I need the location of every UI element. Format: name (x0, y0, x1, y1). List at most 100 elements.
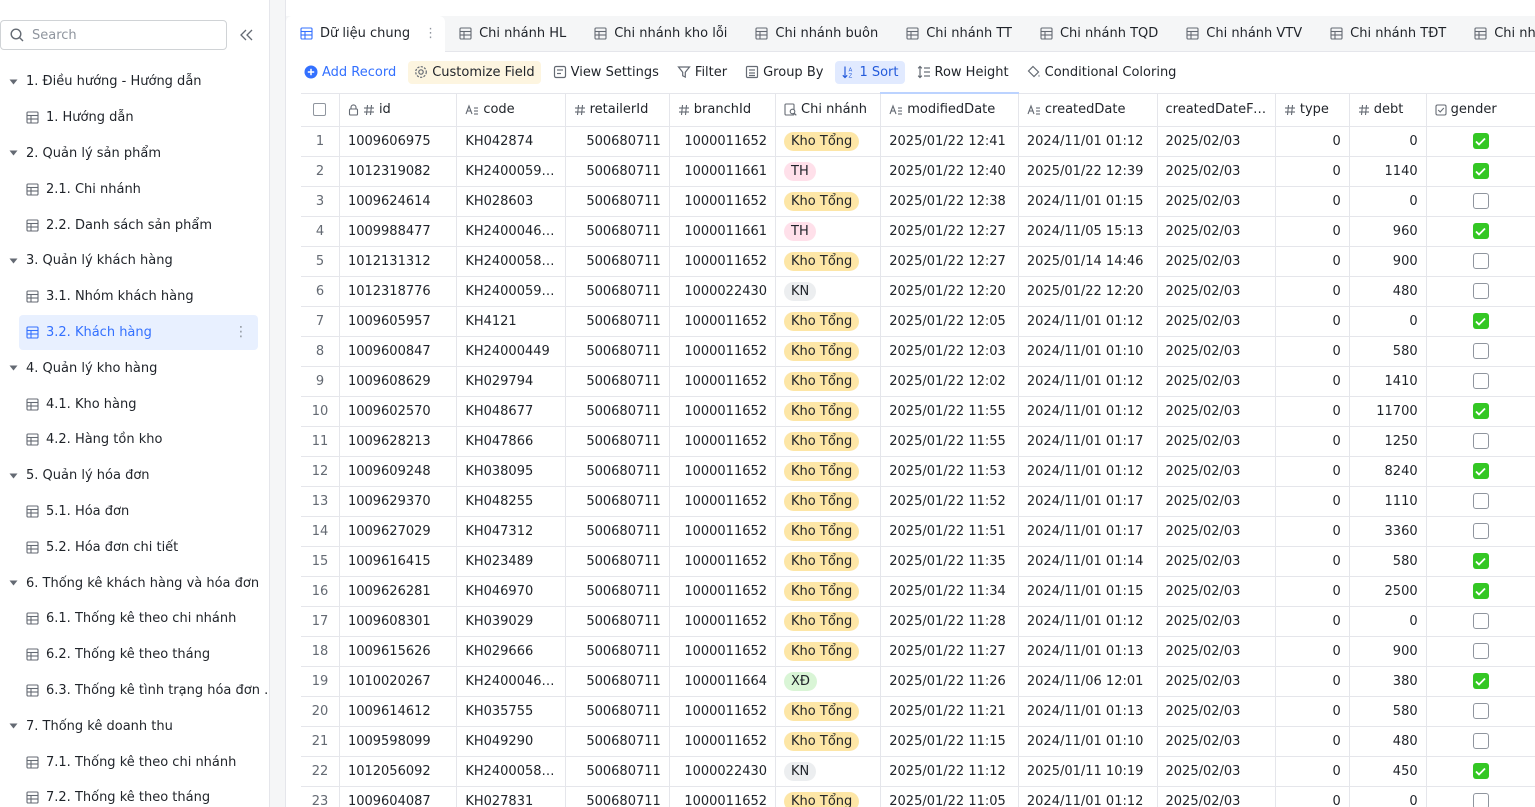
cell-modifieddate[interactable]: 2025/01/22 11:27 (880, 636, 1019, 667)
cell-id[interactable]: 1012056092 (339, 756, 458, 787)
cell-gender[interactable] (1426, 216, 1535, 247)
column-header-modifieddate[interactable]: modifiedDate (880, 92, 1019, 127)
cell-createddate[interactable]: 2024/11/05 15:13 (1018, 216, 1158, 247)
sidebar-group[interactable]: 4. Quản lý kho hàng (0, 350, 269, 386)
cell-createddate[interactable]: 2024/11/01 01:10 (1018, 726, 1158, 757)
cell-chi-nhanh[interactable]: Kho Tổng (775, 576, 882, 607)
filter-button[interactable]: Filter (671, 61, 733, 84)
cell-chi-nhanh[interactable]: TH (775, 216, 882, 247)
cell-createddatefor[interactable]: 2025/02/03 (1157, 306, 1276, 337)
cell-code[interactable]: KH240005967 (456, 156, 566, 187)
tab-view[interactable]: Chi nhánh buôn (741, 16, 892, 52)
cell-code[interactable]: KH046970 (456, 576, 566, 607)
tab-more-icon[interactable]: ⋮ (424, 26, 437, 41)
conditional-coloring-button[interactable]: Conditional Coloring (1021, 61, 1183, 84)
cell-retailerid[interactable]: 500680711 (565, 756, 670, 787)
cell-branchid[interactable]: 1000011652 (669, 306, 777, 337)
table-row[interactable]: 17 1009608301 KH039029 500680711 1000011652 K… (301, 606, 1535, 637)
sidebar-group[interactable]: 3. Quản lý khách hàng (0, 243, 269, 279)
unchecked-checkbox-icon[interactable] (1472, 613, 1489, 629)
cell-modifieddate[interactable]: 2025/01/22 11:26 (880, 666, 1019, 697)
checked-checkbox-icon[interactable] (1472, 553, 1489, 569)
cell-createddatefor[interactable]: 2025/02/03 (1157, 546, 1276, 577)
cell-chi-nhanh[interactable]: Kho Tổng (775, 396, 882, 427)
cell-branchid[interactable]: 1000011664 (669, 666, 777, 697)
cell-code[interactable]: KH240004698 (456, 666, 566, 697)
cell-branchid[interactable]: 1000022430 (669, 276, 777, 307)
column-header-retailerid[interactable]: retailerId (565, 92, 670, 127)
cell-retailerid[interactable]: 500680711 (565, 306, 670, 337)
cell-debt[interactable]: 480 (1349, 726, 1427, 757)
table-row[interactable]: 11 1009628213 KH047866 500680711 1000011652 K… (301, 426, 1535, 457)
cell-createddate[interactable]: 2024/11/01 01:12 (1018, 786, 1158, 807)
cell-chi-nhanh[interactable]: Kho Tổng (775, 126, 882, 157)
cell-createddatefor[interactable]: 2025/02/03 (1157, 156, 1276, 187)
cell-modifieddate[interactable]: 2025/01/22 11:34 (880, 576, 1019, 607)
cell-createddatefor[interactable]: 2025/02/03 (1157, 186, 1276, 217)
cell-branchid[interactable]: 1000011652 (669, 396, 777, 427)
cell-modifieddate[interactable]: 2025/01/22 12:20 (880, 276, 1019, 307)
unchecked-checkbox-icon[interactable] (1472, 253, 1489, 269)
sidebar-item[interactable]: 5.1. Hóa đơn (0, 494, 269, 530)
group-by-button[interactable]: Group By (739, 61, 829, 84)
cell-branchid[interactable]: 1000011661 (669, 216, 777, 247)
cell-debt[interactable]: 580 (1349, 546, 1427, 577)
cell-modifieddate[interactable]: 2025/01/22 11:12 (880, 756, 1019, 787)
cell-chi-nhanh[interactable]: Kho Tổng (775, 726, 882, 757)
cell-code[interactable]: KH047866 (456, 426, 566, 457)
cell-gender[interactable] (1426, 276, 1535, 307)
sidebar-item[interactable]: 5.2. Hóa đơn chi tiết (0, 529, 269, 565)
unchecked-checkbox-icon[interactable] (1472, 703, 1489, 719)
cell-gender[interactable] (1426, 726, 1535, 757)
collapse-sidebar-icon[interactable] (237, 26, 257, 44)
column-header-createddatefor[interactable]: createdDateFor... (1157, 92, 1276, 127)
cell-retailerid[interactable]: 500680711 (565, 456, 670, 487)
cell-modifieddate[interactable]: 2025/01/22 11:53 (880, 456, 1019, 487)
cell-type[interactable]: 0 (1275, 696, 1350, 727)
table-row[interactable]: 2 1012319082 KH240005967 500680711 100001166… (301, 156, 1535, 187)
cell-createddate[interactable]: 2024/11/06 12:01 (1018, 666, 1158, 697)
cell-type[interactable]: 0 (1275, 756, 1350, 787)
cell-createddate[interactable]: 2025/01/22 12:39 (1018, 156, 1158, 187)
cell-createddatefor[interactable]: 2025/02/03 (1157, 126, 1276, 157)
cell-chi-nhanh[interactable]: XĐ (775, 666, 882, 697)
cell-id[interactable]: 1012318776 (339, 276, 458, 307)
cell-debt[interactable]: 11700 (1349, 396, 1427, 427)
cell-id[interactable]: 1009600847 (339, 336, 458, 367)
cell-retailerid[interactable]: 500680711 (565, 666, 670, 697)
cell-id[interactable]: 1009629370 (339, 486, 458, 517)
cell-chi-nhanh[interactable]: Kho Tổng (775, 426, 882, 457)
sidebar-item[interactable]: 6.2. Thống kê theo tháng (0, 637, 269, 673)
cell-id[interactable]: 1009598099 (339, 726, 458, 757)
cell-chi-nhanh[interactable]: Kho Tổng (775, 456, 882, 487)
customize-field-button[interactable]: Customize Field (408, 60, 541, 84)
cell-code[interactable]: KH027831 (456, 786, 566, 807)
cell-modifieddate[interactable]: 2025/01/22 11:55 (880, 426, 1019, 457)
column-header-createddate[interactable]: createdDate (1018, 92, 1158, 127)
cell-code[interactable]: KH240005966 (456, 276, 566, 307)
cell-modifieddate[interactable]: 2025/01/22 11:21 (880, 696, 1019, 727)
table-row[interactable]: 16 1009626281 KH046970 500680711 1000011652 K… (301, 576, 1535, 607)
table-row[interactable]: 15 1009616415 KH023489 500680711 1000011652 K… (301, 546, 1535, 577)
cell-createddatefor[interactable]: 2025/02/03 (1157, 426, 1276, 457)
cell-branchid[interactable]: 1000011652 (669, 186, 777, 217)
cell-modifieddate[interactable]: 2025/01/22 11:35 (880, 546, 1019, 577)
checked-checkbox-icon[interactable] (1472, 763, 1489, 779)
cell-branchid[interactable]: 1000022430 (669, 756, 777, 787)
cell-retailerid[interactable]: 500680711 (565, 726, 670, 757)
cell-debt[interactable]: 900 (1349, 636, 1427, 667)
cell-createddate[interactable]: 2024/11/01 01:13 (1018, 636, 1158, 667)
cell-createddatefor[interactable]: 2025/02/03 (1157, 636, 1276, 667)
cell-createddate[interactable]: 2024/11/01 01:17 (1018, 486, 1158, 517)
cell-createddate[interactable]: 2025/01/14 14:46 (1018, 246, 1158, 277)
table-row[interactable]: 10 1009602570 KH048677 500680711 1000011652 K… (301, 396, 1535, 427)
cell-id[interactable]: 1009608629 (339, 366, 458, 397)
cell-code[interactable]: KH023489 (456, 546, 566, 577)
cell-createddatefor[interactable]: 2025/02/03 (1157, 666, 1276, 697)
cell-debt[interactable]: 0 (1349, 306, 1427, 337)
cell-modifieddate[interactable]: 2025/01/22 11:52 (880, 486, 1019, 517)
cell-type[interactable]: 0 (1275, 276, 1350, 307)
table-row[interactable]: 7 1009605957 KH4121 500680711 1000011652 Kho … (301, 306, 1535, 337)
tab-view[interactable]: Chi nhánh HL (445, 16, 580, 52)
cell-branchid[interactable]: 1000011652 (669, 366, 777, 397)
